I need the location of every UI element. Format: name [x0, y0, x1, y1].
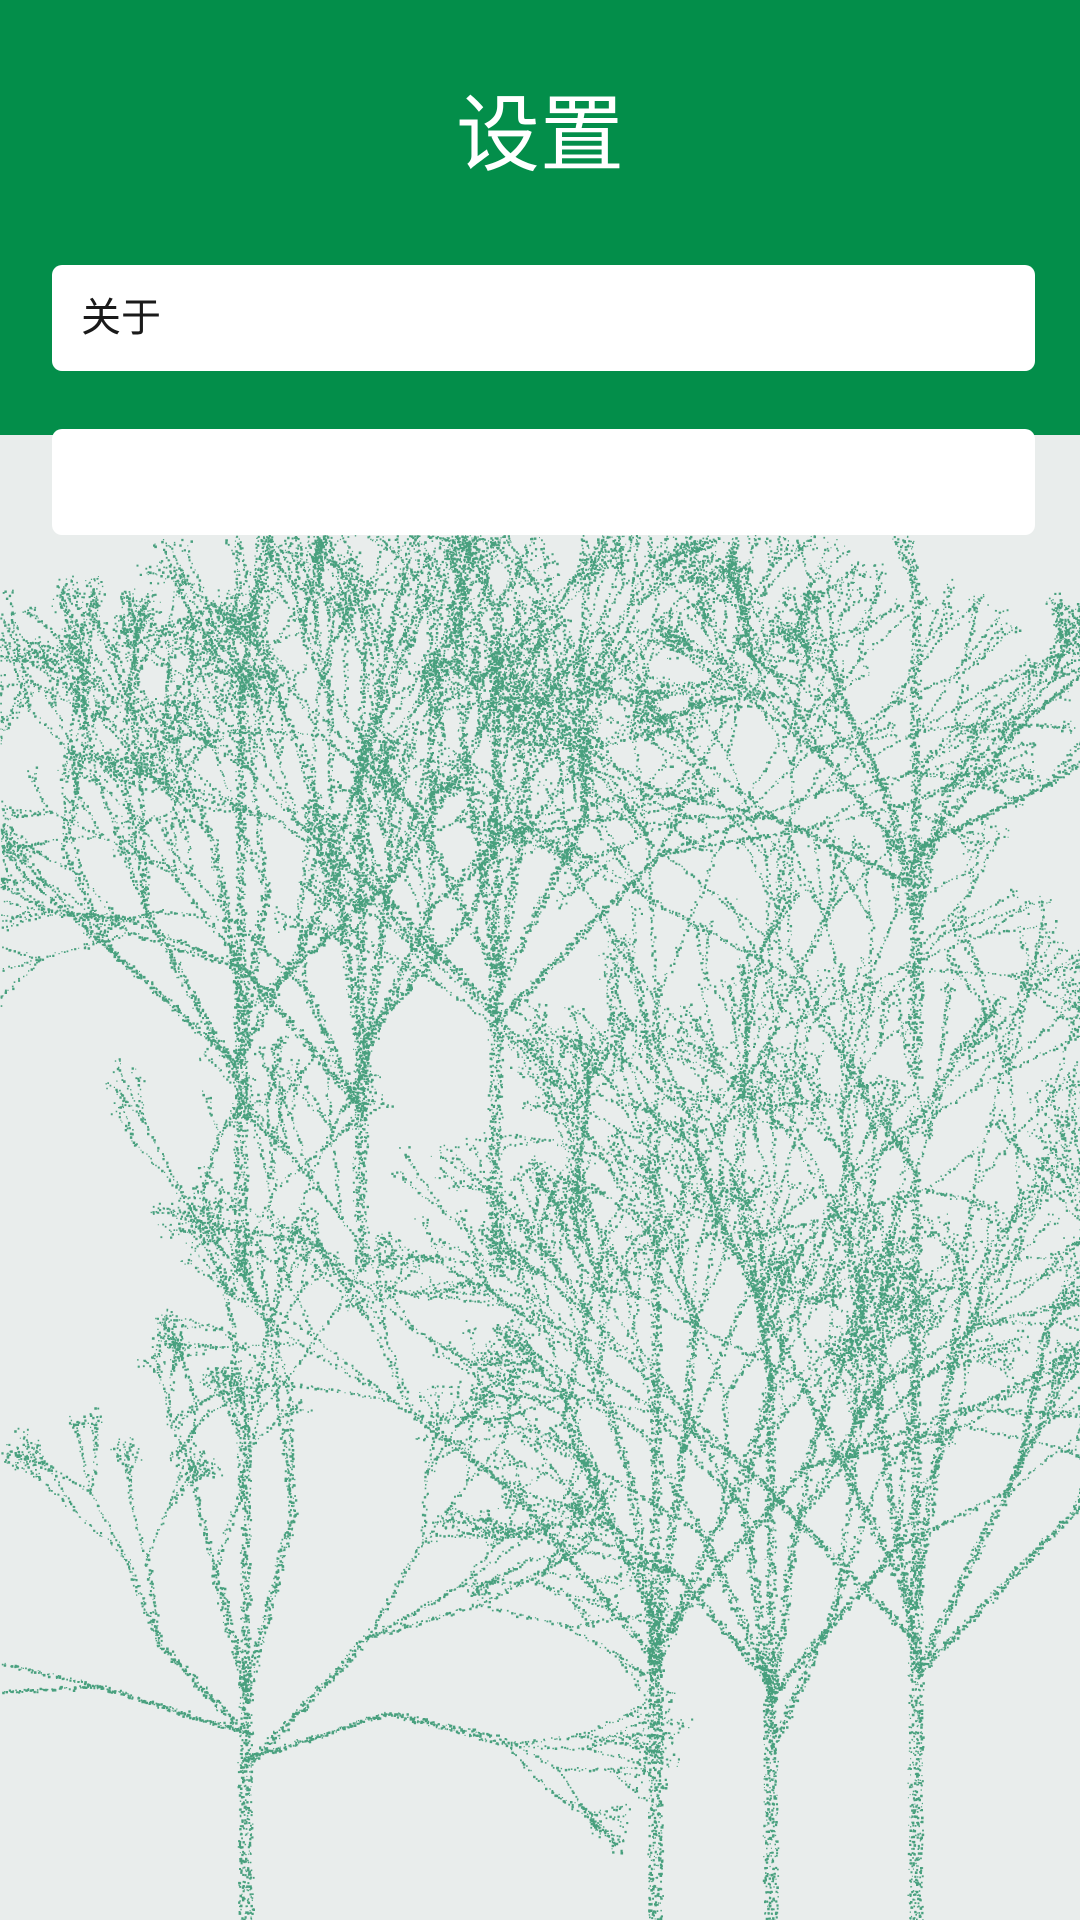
page-title: 设置	[0, 80, 1080, 190]
about-item[interactable]: 关于	[52, 265, 1035, 371]
settings-item-empty[interactable]	[52, 429, 1035, 535]
tree-dots	[0, 535, 1080, 1920]
tree-illustration	[0, 535, 1080, 1920]
about-item-label: 关于	[81, 265, 161, 371]
